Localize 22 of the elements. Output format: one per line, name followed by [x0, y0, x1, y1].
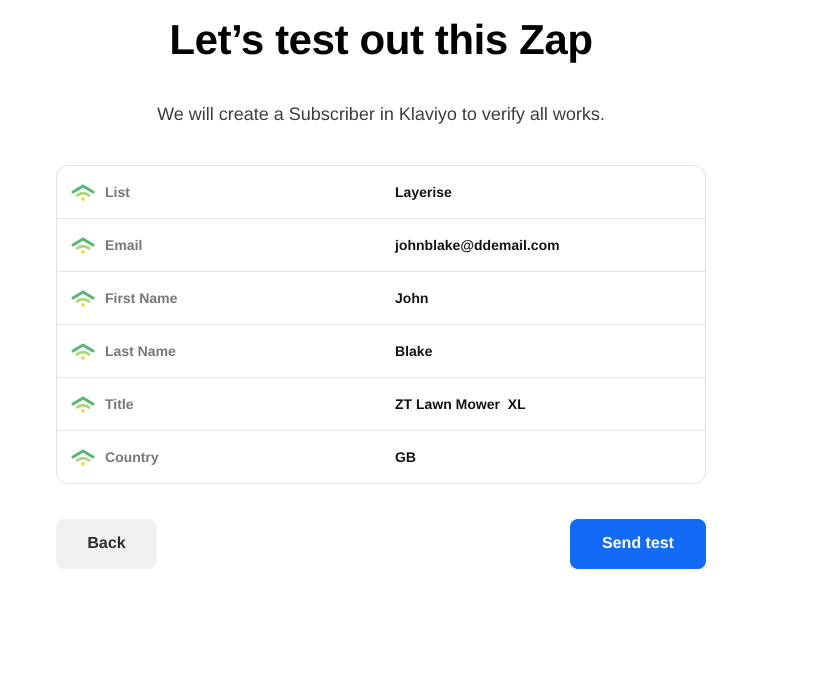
field-value: ZT Lawn Mower XL	[395, 396, 526, 412]
signal-arcs-icon	[71, 236, 95, 254]
field-label: List	[105, 184, 131, 200]
signal-arcs-icon	[71, 448, 95, 466]
page-subtitle: We will create a Subscriber in Klaviyo to verify all works.	[157, 103, 605, 126]
page-title: Let’s test out this Zap	[169, 15, 593, 65]
signal-arcs-icon	[71, 290, 95, 306]
field-value: Blake	[395, 343, 432, 359]
field-label: Title	[105, 396, 135, 412]
field-label: Country	[105, 449, 160, 465]
signal-arcs-icon	[71, 396, 95, 412]
field-value: Layerise	[395, 184, 452, 200]
signal-arcs-icon	[71, 342, 95, 360]
signal-arcs-icon	[71, 184, 95, 200]
back-button[interactable]: Back	[56, 519, 157, 569]
field-value: GB	[395, 449, 416, 465]
field-label: Last Name	[105, 343, 177, 359]
send-test-button[interactable]: Send test	[570, 519, 706, 569]
field-label: Email	[105, 237, 144, 253]
field-label: First Name	[105, 290, 178, 306]
field-value: John	[395, 290, 428, 306]
field-value: johnblake@ddemail.com	[395, 237, 560, 253]
